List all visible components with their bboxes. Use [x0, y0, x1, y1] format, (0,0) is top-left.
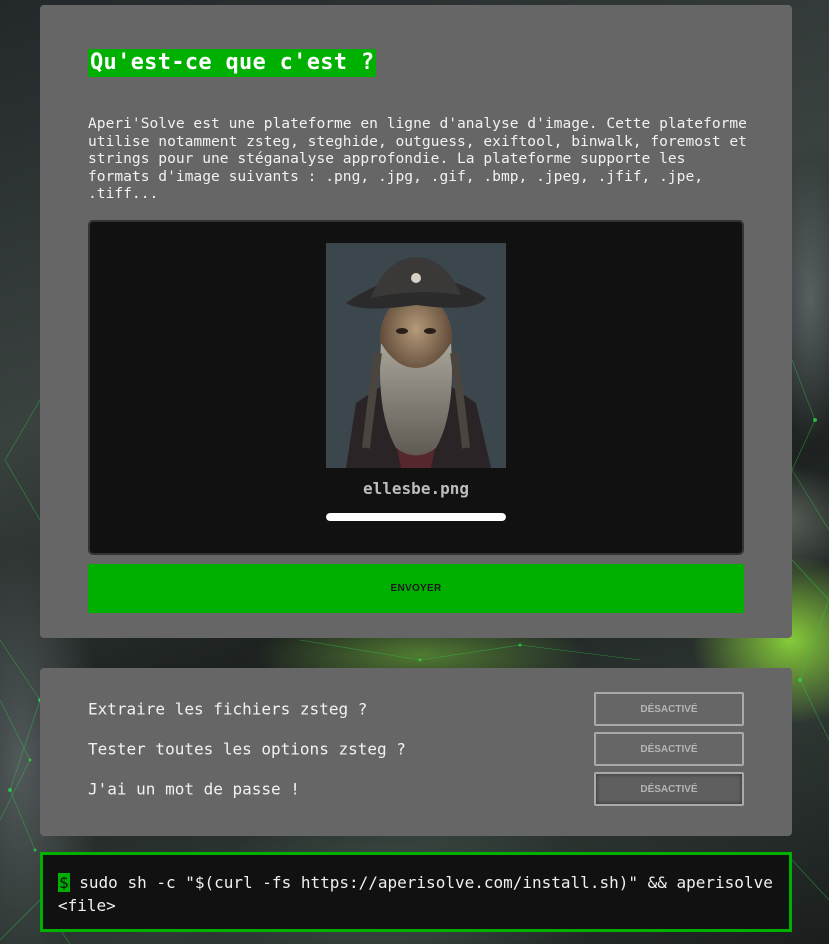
zsteg-all-toggle[interactable]: DÉSACTIVÉ: [594, 732, 744, 766]
page-title: Qu'est-ce que c'est ?: [88, 49, 377, 77]
upload-progress-bar: [326, 513, 506, 521]
upload-dropzone[interactable]: ellesbe.png: [88, 220, 744, 555]
option-label: Tester toutes les options zsteg ?: [88, 739, 406, 759]
zsteg-extract-toggle[interactable]: DÉSACTIVÉ: [594, 692, 744, 726]
option-row-zsteg-extract: Extraire les fichiers zsteg ? DÉSACTIVÉ: [88, 692, 744, 726]
option-row-password: J'ai un mot de passe ! DÉSACTIVÉ: [88, 772, 744, 806]
intro-description: Aperi'Solve est une plateforme en ligne …: [88, 115, 747, 203]
option-row-zsteg-all: Tester toutes les options zsteg ? DÉSACT…: [88, 732, 744, 766]
options-card: Extraire les fichiers zsteg ? DÉSACTIVÉ …: [40, 668, 792, 836]
pirate-portrait-image: [326, 243, 506, 468]
file-name: ellesbe.png: [363, 479, 469, 498]
install-command[interactable]: $ sudo sh -c "$(curl -fs https://aperiso…: [40, 852, 792, 932]
option-label: Extraire les fichiers zsteg ?: [88, 699, 368, 719]
password-toggle[interactable]: DÉSACTIVÉ: [594, 772, 744, 806]
intro-card: Qu'est-ce que c'est ? Aperi'Solve est un…: [40, 5, 792, 638]
terminal-command: sudo sh -c "$(curl -fs https://aperisolv…: [58, 873, 773, 915]
send-button[interactable]: ENVOYER: [88, 564, 744, 613]
terminal-prompt: $: [58, 873, 70, 892]
image-preview: [326, 243, 506, 468]
option-label: J'ai un mot de passe !: [88, 779, 300, 799]
upload-progress-fill: [326, 513, 506, 521]
